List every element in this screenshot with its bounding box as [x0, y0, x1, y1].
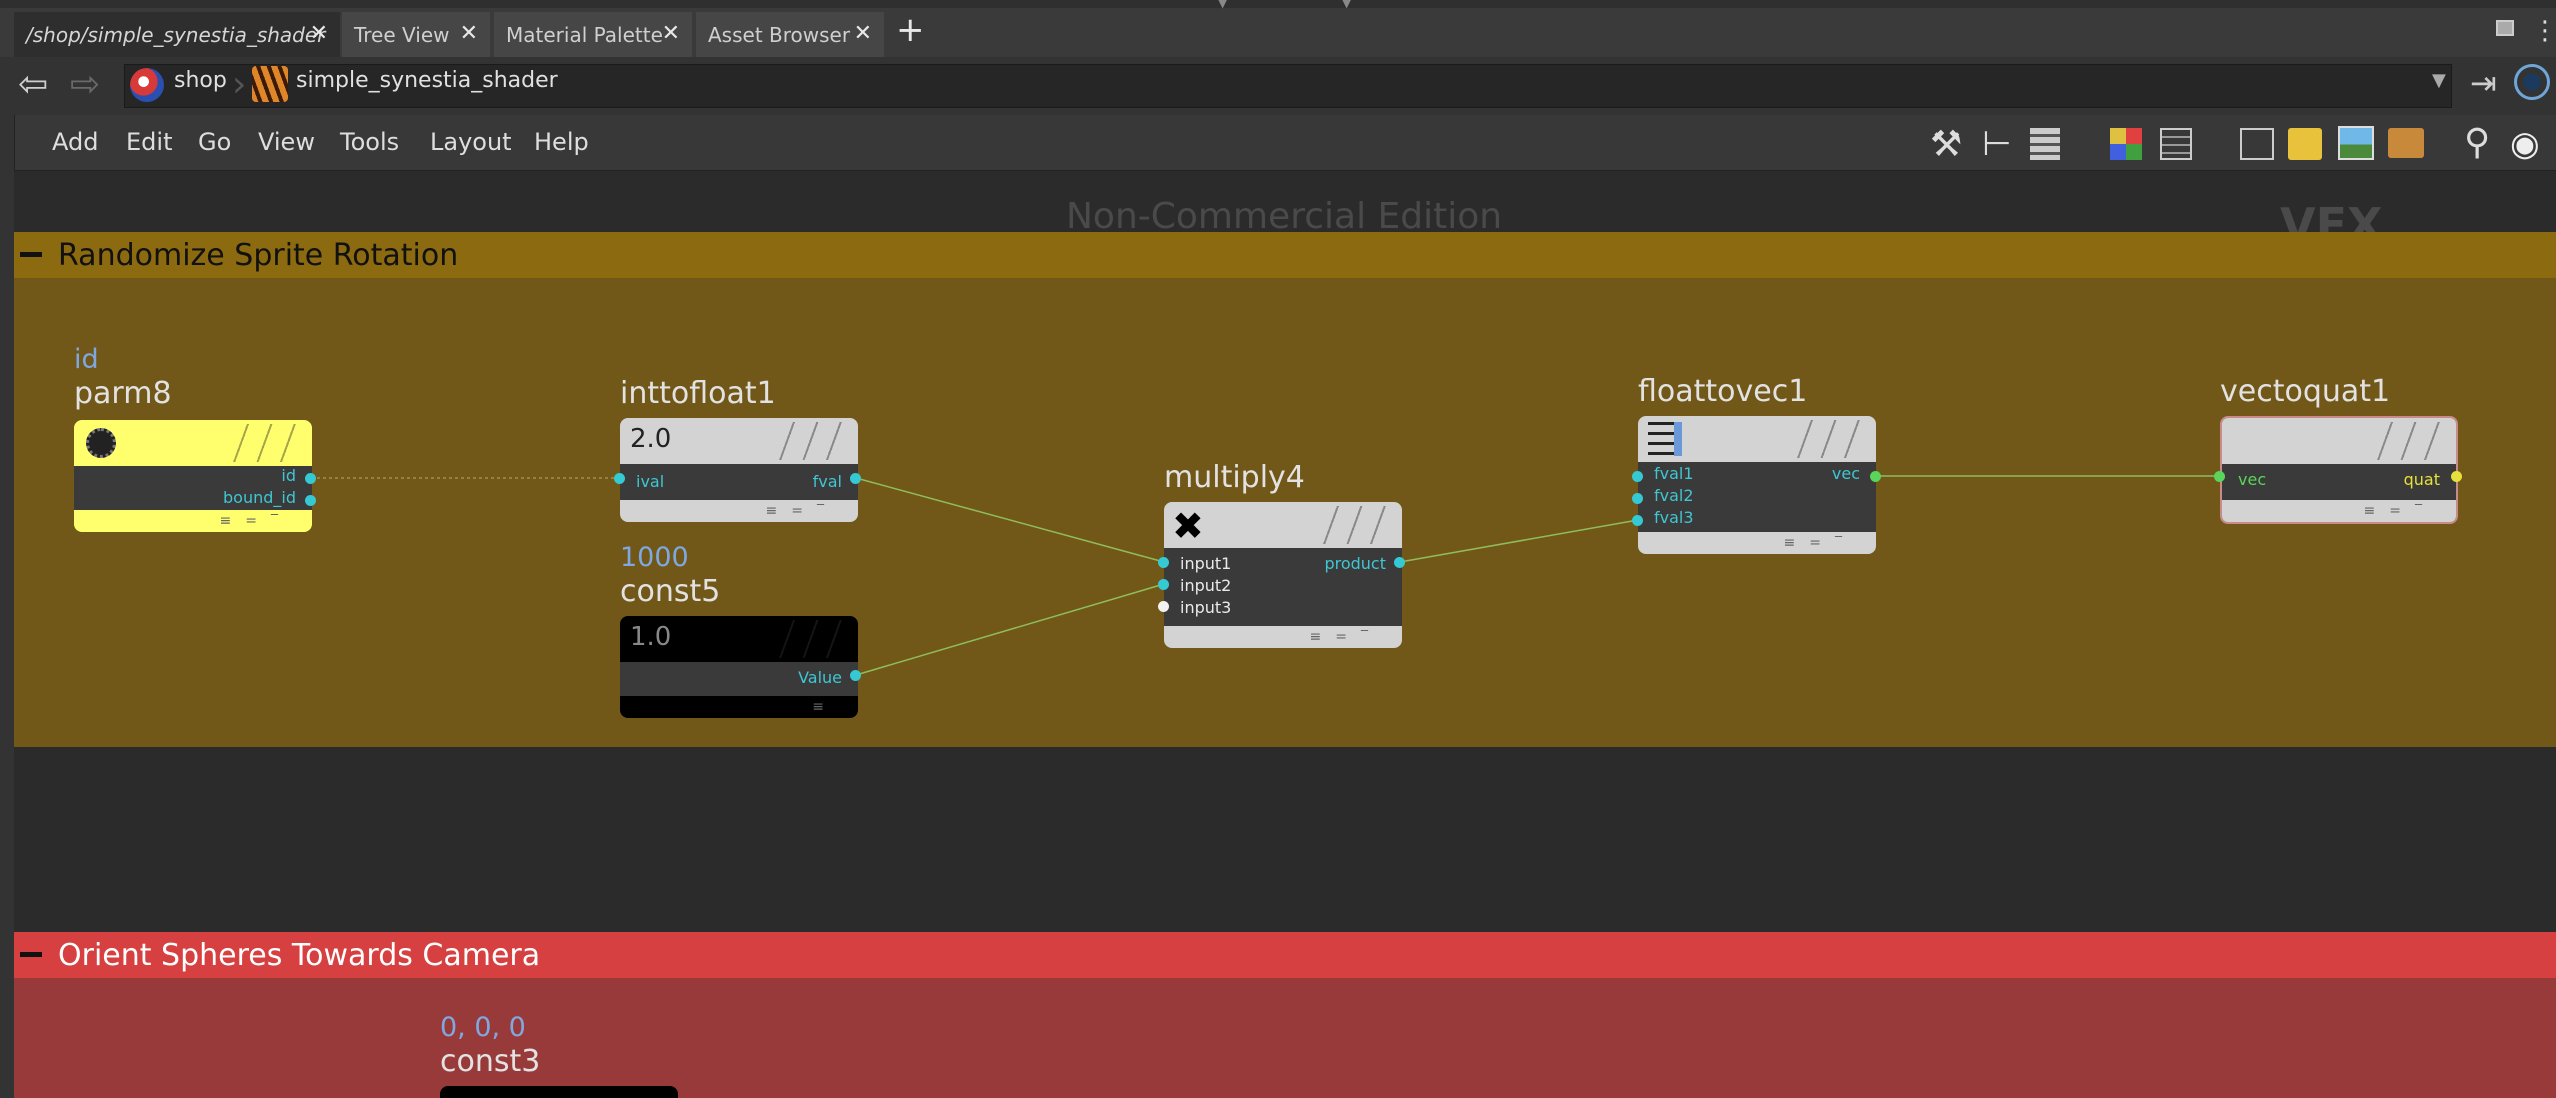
node-const3[interactable]: [440, 1086, 678, 1098]
input-label: input3: [1180, 598, 1232, 617]
node-subtitle: id: [74, 344, 99, 375]
output-label: id: [281, 466, 296, 485]
output-port-bound-id[interactable]: [305, 495, 316, 506]
output-port-product[interactable]: [1394, 557, 1405, 568]
input-port-fval2[interactable]: [1632, 493, 1643, 504]
output-label: product: [1324, 554, 1386, 573]
output-label: fval: [812, 472, 842, 491]
knob-icon: [86, 428, 116, 458]
node-name: const3: [440, 1044, 541, 1079]
output-label: vec: [1831, 464, 1860, 483]
node-multiply4[interactable]: ✖ input1 input2 input3 product ≡=‾: [1164, 502, 1402, 648]
output-port-vec[interactable]: [1870, 471, 1881, 482]
input-label: fval1: [1654, 464, 1694, 483]
node-name: multiply4: [1164, 460, 1305, 495]
node-name: vectoquat1: [2220, 374, 2391, 409]
wire-const5-multiply4[interactable]: [855, 583, 1165, 676]
input-port-input3[interactable]: [1158, 601, 1169, 612]
input-label: input2: [1180, 576, 1232, 595]
node-inttofloat1[interactable]: 2.0 ival fval ≡=‾: [620, 418, 858, 522]
splitter-arrow-icon[interactable]: ▼: [1218, 0, 1227, 10]
node-const5[interactable]: 1.0 Value ≡: [620, 616, 858, 718]
input-port-ival[interactable]: [614, 473, 625, 484]
output-port-quat[interactable]: [2451, 471, 2462, 482]
node-name: floattovec1: [1638, 374, 1808, 409]
multiply-icon: ✖: [1172, 504, 1204, 548]
output-label: bound_id: [223, 488, 296, 507]
int-to-float-icon: 2.0: [630, 424, 672, 454]
input-label: input1: [1180, 554, 1232, 573]
input-port-fval3[interactable]: [1632, 515, 1643, 526]
node-subtitle: 1000: [620, 542, 689, 573]
input-port-vec[interactable]: [2214, 471, 2225, 482]
input-port-input2[interactable]: [1158, 579, 1169, 590]
wire-inttofloat1-multiply4[interactable]: [855, 477, 1165, 563]
output-port-id[interactable]: [305, 473, 316, 484]
node-vectoquat1[interactable]: vec quat ≡=‾: [2220, 416, 2458, 524]
input-port-fval1[interactable]: [1632, 471, 1643, 482]
float-to-vector-icon: [1648, 422, 1682, 456]
node-subtitle: 0, 0, 0: [440, 1012, 526, 1043]
output-label: Value: [798, 668, 842, 687]
output-port-value[interactable]: [850, 670, 861, 681]
input-label: ival: [636, 472, 665, 491]
node-name: parm8: [74, 376, 172, 411]
input-port-input1[interactable]: [1158, 557, 1169, 568]
node-name: inttofloat1: [620, 376, 776, 411]
output-port-fval[interactable]: [850, 473, 861, 484]
splitter-arrow-icon[interactable]: ▼: [1342, 0, 1351, 10]
node-floattovec1[interactable]: fval1 fval2 fval3 vec ≡=‾: [1638, 416, 1876, 554]
input-label: vec: [2238, 470, 2267, 489]
output-label: quat: [2403, 470, 2440, 489]
wire-multiply4-floattovec1[interactable]: [1399, 519, 1639, 563]
input-label: fval2: [1654, 486, 1694, 505]
node-parm8[interactable]: id bound_id ≡=‾: [74, 420, 312, 532]
input-label: fval3: [1654, 508, 1694, 527]
constant-icon: 1.0: [630, 622, 672, 652]
node-name: const5: [620, 574, 721, 609]
